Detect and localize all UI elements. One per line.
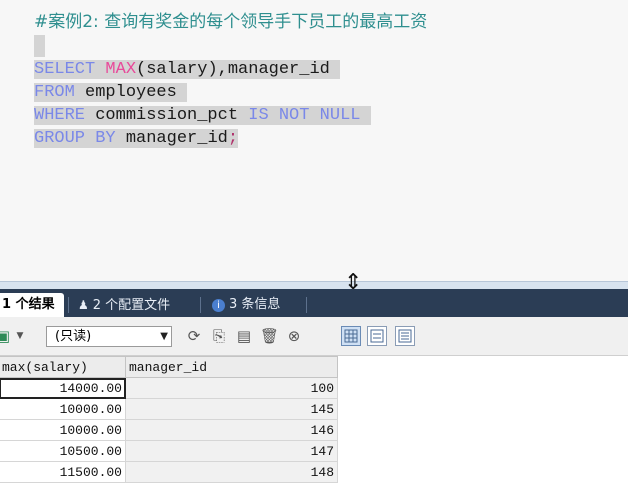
column-header-max-salary[interactable]: max(salary) (0, 356, 126, 378)
tab-profiles[interactable]: ♟ 2 个配置文件 (72, 293, 178, 317)
tab-divider (200, 297, 201, 313)
grid-view-icon[interactable] (341, 326, 361, 346)
text-view-icon[interactable] (395, 326, 415, 346)
code-line-1: SELECT MAX(salary),manager_id (34, 58, 341, 81)
refresh-icon[interactable]: ⟳ (185, 327, 203, 345)
where-column: commission_pct (95, 106, 239, 125)
cell-max-salary[interactable]: 10000.00 (0, 398, 126, 420)
keyword-group-by: GROUP BY (34, 129, 116, 148)
keyword-is-not-null: IS NOT NULL (248, 106, 361, 125)
select-columns: (salary),manager_id (136, 60, 330, 79)
result-tabbar: 1 个结果 ♟ 2 个配置文件 i 3 条信息 (0, 289, 628, 317)
cell-manager-id[interactable]: 148 (125, 461, 338, 483)
form-view-icon[interactable] (367, 326, 387, 346)
save-icon[interactable]: ▤ (235, 327, 253, 345)
info-icon: i (212, 299, 225, 312)
comment-line: #案例2: 查询有奖金的每个领导手下员工的最高工资 (34, 12, 428, 32)
header-row: max(salary) manager_id (0, 356, 338, 378)
copy-icon[interactable]: ⎘ (210, 327, 228, 345)
delete-icon[interactable]: 🗑 (260, 327, 279, 345)
table-row[interactable]: 11500.00 148 (0, 461, 338, 483)
table-row[interactable]: 10000.00 146 (0, 419, 338, 441)
cell-manager-id[interactable]: 100 (125, 377, 338, 399)
tab-profiles-label: 2 个配置文件 (92, 298, 171, 313)
tab-messages-label: 3 条信息 (229, 297, 281, 312)
code-line-3: WHERE commission_pct IS NOT NULL (34, 104, 371, 127)
result-grid[interactable]: max(salary) manager_id 14000.00 100 1000… (0, 356, 628, 487)
export-icon[interactable]: ▣ (0, 327, 12, 345)
profile-icon: ♟ (78, 298, 89, 312)
keyword-where: WHERE (34, 106, 86, 125)
table-row[interactable]: 10000.00 145 (0, 398, 338, 420)
dropdown-arrow-icon[interactable]: ▼ (14, 327, 26, 345)
column-header-manager-id[interactable]: manager_id (125, 356, 338, 378)
table-row[interactable]: 10500.00 147 (0, 440, 338, 462)
function-max: MAX (105, 60, 137, 79)
current-line-highlight (34, 35, 45, 57)
chevron-down-icon: ▼ (160, 331, 168, 342)
table-name: employees (85, 83, 177, 102)
semicolon: ; (227, 129, 239, 148)
tab-divider (306, 297, 307, 313)
cell-manager-id[interactable]: 146 (125, 419, 338, 441)
tab-divider (68, 297, 69, 313)
code-line-4: GROUP BY manager_id; (34, 127, 239, 150)
cancel-icon[interactable]: ⊗ (285, 327, 303, 345)
tab-results-label: 1 个结果 (2, 297, 55, 312)
cell-max-salary[interactable]: 10000.00 (0, 419, 126, 441)
result-toolbar: ▣ ▼ (只读) ▼ ⟳ ⎘ ▤ 🗑 ⊗ (0, 317, 628, 356)
readonly-mode-value: (只读) (55, 329, 92, 344)
table-row[interactable]: 14000.00 100 (0, 377, 338, 399)
cell-max-salary[interactable]: 10500.00 (0, 440, 126, 462)
cell-max-salary[interactable]: 14000.00 (0, 377, 126, 399)
code-line-2: FROM employees (34, 81, 188, 104)
group-column: manager_id (125, 129, 228, 148)
cell-max-salary[interactable]: 11500.00 (0, 461, 126, 483)
tab-results[interactable]: 1 个结果 (0, 293, 64, 317)
sql-editor[interactable]: #案例2: 查询有奖金的每个领导手下员工的最高工资 SELECT MAX(sal… (0, 0, 628, 281)
keyword-from: FROM (34, 83, 75, 102)
cell-manager-id[interactable]: 147 (125, 440, 338, 462)
tab-messages[interactable]: i 3 条信息 (206, 293, 288, 317)
result-table: max(salary) manager_id 14000.00 100 1000… (0, 356, 338, 483)
cell-manager-id[interactable]: 145 (125, 398, 338, 420)
readonly-mode-select[interactable]: (只读) ▼ (46, 326, 172, 347)
keyword-select: SELECT (34, 60, 96, 79)
